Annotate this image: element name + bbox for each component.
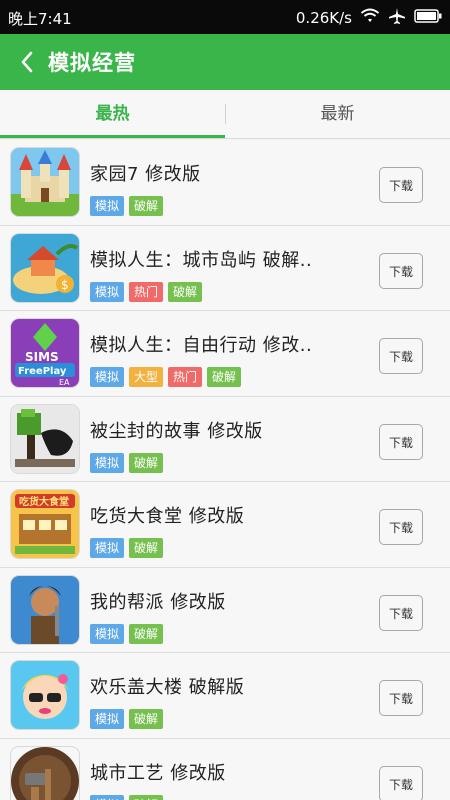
city-craft-icon[interactable]: [11, 746, 79, 800]
app-tags: 模拟破解: [90, 196, 164, 216]
app-list-item[interactable]: 吃货大食堂 吃货大食堂 修改版模拟 破解 下载: [0, 482, 450, 568]
tag-badge: 破解: [129, 709, 164, 729]
app-name[interactable]: 被尘封的故事 修改版: [90, 417, 263, 443]
app-list-item[interactable]: 被尘封的故事 修改版模拟 破解 下载: [0, 396, 450, 482]
app-name[interactable]: 城市工艺 修改版: [90, 759, 226, 785]
app-name[interactable]: 家园7 修改版: [90, 160, 201, 186]
tag-badge: 破解: [168, 281, 203, 302]
svg-text:FreePlay: FreePlay: [18, 366, 67, 377]
tag-badge: 热门: [129, 281, 164, 302]
island-game-icon[interactable]: $: [11, 233, 79, 302]
tag-badge: 模拟: [90, 367, 125, 387]
app-bar: 模拟经营: [0, 34, 450, 90]
download-button[interactable]: 下载: [379, 338, 423, 374]
castle-game-icon[interactable]: [11, 148, 79, 216]
app-tags: 模拟 热门 破解: [90, 281, 203, 302]
app-list-item[interactable]: $ 模拟人生：城市岛屿 破解.. 模拟 热门 破解 下载: [0, 225, 450, 311]
tag-badge: 模拟: [90, 281, 125, 302]
app-list-item[interactable]: 欢乐盖大楼 破解版模拟 破解 下载: [0, 653, 450, 739]
tag-badge: 模拟: [90, 538, 125, 558]
app-tags: 模拟破解: [90, 623, 164, 644]
svg-text:吃货大食堂: 吃货大食堂: [19, 495, 69, 508]
tag-badge: 模拟: [90, 452, 125, 473]
tag-badge: 破解: [129, 452, 164, 473]
pixel-tree-icon[interactable]: [11, 404, 79, 473]
back-arrow-icon: [21, 51, 33, 73]
status-bar: 晚上7:41 0.26K/s: [0, 0, 450, 34]
download-button[interactable]: 下载: [379, 765, 423, 800]
app-tags: 模拟破解: [90, 709, 164, 729]
app-tags: 模拟 大型 热门 破解: [90, 367, 242, 387]
app-list-item[interactable]: 我的帮派 修改版模拟 破解 下载: [0, 567, 450, 653]
airplane-mode-icon: [388, 7, 406, 29]
app-name[interactable]: 模拟人生：城市岛屿 破解..: [90, 246, 312, 272]
tag-badge: 模拟: [90, 709, 125, 729]
download-button[interactable]: 下载: [379, 167, 423, 203]
tab-hottest[interactable]: 最热: [0, 90, 225, 138]
svg-text:$: $: [61, 278, 69, 292]
app-tags: 模拟破解: [90, 538, 164, 558]
active-tab-indicator: [0, 135, 225, 138]
tag-badge: 破解: [207, 367, 242, 387]
app-list-item[interactable]: SIMS FreePlay EA 模拟人生：自由行动 修改.. 模拟 大型 热门 破解 下载: [0, 311, 450, 397]
tag-badge: 热门: [168, 367, 203, 387]
cartoon-girl-icon[interactable]: [11, 661, 79, 729]
network-speed: 0.26K/s: [295, 9, 352, 27]
tag-badge: 大型: [129, 367, 164, 387]
tag-badge: 模拟: [90, 623, 125, 644]
app-name[interactable]: 我的帮派 修改版: [90, 588, 226, 614]
status-time: 晚上7:41: [8, 10, 72, 28]
app-name[interactable]: 模拟人生：自由行动 修改..: [90, 331, 312, 357]
tag-badge: 模拟: [90, 794, 125, 800]
app-name[interactable]: 吃货大食堂 修改版: [90, 502, 244, 528]
tag-badge: 破解: [129, 538, 164, 558]
status-indicators: 0.26K/s: [296, 7, 442, 29]
page-title: 模拟经营: [48, 51, 136, 75]
app-name[interactable]: 欢乐盖大楼 破解版: [90, 673, 244, 699]
wifi-icon: [360, 8, 380, 28]
battery-icon: [414, 9, 442, 27]
gang-game-icon[interactable]: [11, 575, 79, 644]
download-button[interactable]: 下载: [379, 680, 423, 716]
tab-newest[interactable]: 最新: [225, 90, 450, 138]
tab-bar: 最热 最新: [0, 90, 450, 139]
app-list[interactable]: 家园7 修改版 模拟 破解 下载 $ 模拟人生：城市岛屿 破解.. 模拟 热门 破解 下载 S…: [0, 140, 450, 800]
svg-text:SIMS: SIMS: [25, 350, 59, 364]
tag-badge: 破解: [129, 794, 164, 800]
app-tags: 模拟破解: [90, 452, 164, 473]
download-button[interactable]: 下载: [379, 423, 423, 460]
app-tags: 模拟破解: [90, 794, 164, 800]
download-button[interactable]: 下载: [379, 509, 423, 545]
svg-text:EA: EA: [59, 378, 70, 387]
app-list-item[interactable]: 家园7 修改版模拟 破解 下载: [0, 140, 450, 226]
back-button[interactable]: [14, 48, 42, 76]
tag-badge: 破解: [129, 623, 164, 644]
tag-badge: 模拟: [90, 196, 125, 216]
tag-badge: 破解: [129, 196, 164, 216]
sims-freeplay-icon[interactable]: SIMS FreePlay EA: [11, 319, 79, 387]
restaurant-game-icon[interactable]: 吃货大食堂: [11, 490, 79, 558]
app-list-item[interactable]: 城市工艺 修改版模拟破解 下载: [0, 738, 450, 800]
download-button[interactable]: 下载: [379, 594, 423, 631]
download-button[interactable]: 下载: [379, 252, 423, 289]
